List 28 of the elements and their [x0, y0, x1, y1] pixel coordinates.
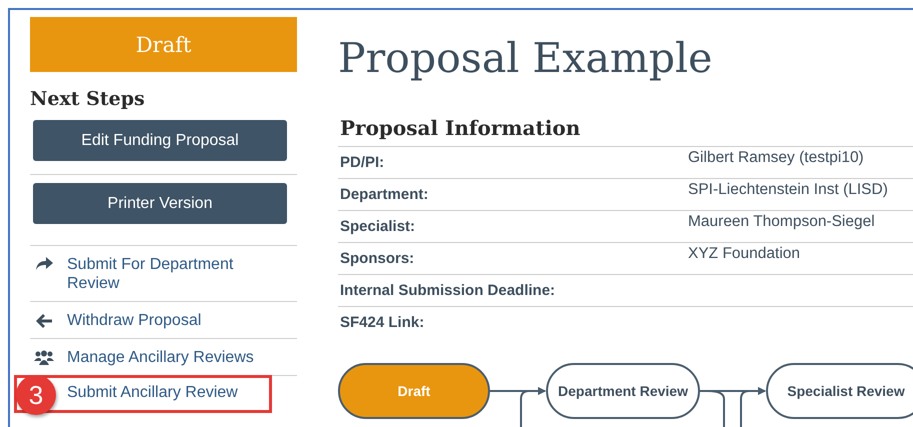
- page-title: Proposal Example: [338, 34, 714, 82]
- field-label: Internal Submission Deadline:: [340, 282, 556, 299]
- workflow-state: Department Review: [546, 363, 700, 419]
- forward-arrow-icon: [35, 257, 53, 271]
- field-label: Sponsors:: [340, 250, 416, 267]
- section-heading: Proposal Information: [340, 116, 582, 140]
- action-link[interactable]: Submit For Department Review: [67, 255, 257, 293]
- connector-line: [708, 390, 725, 427]
- field-label: Specialist:: [340, 218, 416, 235]
- action-button[interactable]: Edit Funding Proposal: [33, 120, 287, 161]
- action-link[interactable]: Withdraw Proposal: [67, 311, 202, 330]
- back-arrow-icon: [35, 313, 53, 329]
- field-value: SPI-Liechtenstein Inst (LISD): [688, 180, 888, 198]
- workflow-state: Specialist Review: [766, 363, 913, 419]
- action-link[interactable]: Submit Ancillary Review: [67, 383, 238, 402]
- field-label: PD/PI:: [340, 154, 386, 171]
- status-banner: Draft: [30, 17, 297, 72]
- field-value: XYZ Foundation: [688, 244, 800, 262]
- action-button[interactable]: Printer Version: [33, 183, 287, 224]
- field-label: SF424 Link:: [340, 314, 426, 331]
- field-value: Gilbert Ramsey (testpi10): [688, 148, 864, 166]
- section-heading: Next Steps: [30, 88, 146, 110]
- action-link[interactable]: Manage Ancillary Reviews: [67, 348, 254, 367]
- workflow-state: Draft: [338, 363, 490, 419]
- step-badge: 3: [16, 375, 56, 415]
- people-icon: [34, 350, 54, 365]
- field-label: Department:: [340, 186, 430, 203]
- field-value: Maureen Thompson-Siegel: [688, 212, 875, 230]
